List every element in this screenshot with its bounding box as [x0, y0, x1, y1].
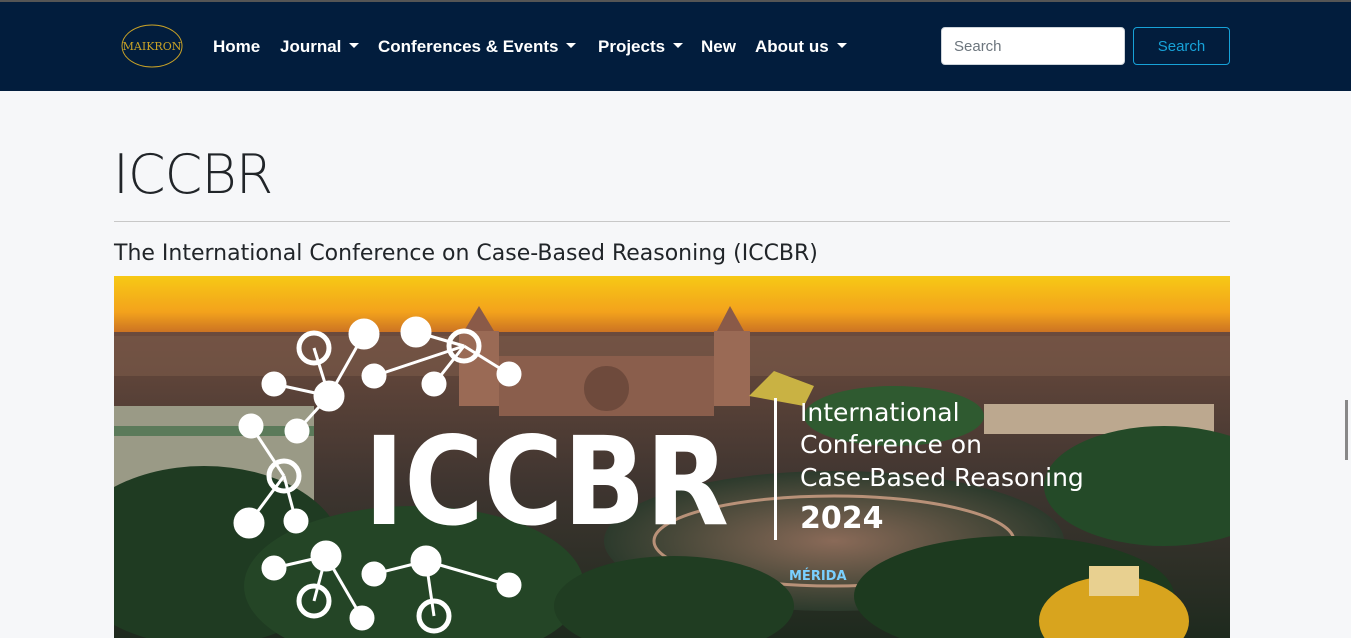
caret-down-icon	[673, 43, 684, 49]
caret-down-icon	[566, 43, 577, 49]
page-scrollbar[interactable]	[1345, 400, 1348, 460]
caret-down-icon	[349, 43, 360, 49]
svg-text:Case-Based Reasoning: Case-Based Reasoning	[800, 463, 1084, 492]
nav-new-link[interactable]: New	[701, 37, 736, 57]
title-divider	[114, 221, 1230, 222]
navbar: MAIKRON Home Journal Conferences & Event…	[0, 2, 1351, 91]
svg-text:International: International	[800, 398, 960, 427]
search-button[interactable]: Search	[1133, 27, 1230, 65]
svg-text:Conference on: Conference on	[800, 430, 982, 459]
svg-text:2024: 2024	[800, 501, 884, 536]
nav-conferences-dropdown[interactable]: Conferences & Events	[378, 37, 577, 57]
conference-banner-image: MÉRIDA ICCBR International Conference on…	[114, 276, 1230, 638]
page-title: ICCBR	[113, 143, 273, 206]
caret-down-icon	[836, 43, 847, 49]
nav-home-link[interactable]: Home	[213, 37, 260, 57]
nav-about-dropdown[interactable]: About us	[755, 37, 847, 57]
nav-journal-dropdown[interactable]: Journal	[280, 37, 360, 57]
svg-text:ICCBR: ICCBR	[364, 411, 729, 553]
maikron-logo[interactable]: MAIKRON	[116, 22, 188, 70]
nav-projects-dropdown[interactable]: Projects	[598, 37, 684, 57]
svg-text:MAIKRON: MAIKRON	[123, 40, 182, 53]
search-input[interactable]	[941, 27, 1125, 65]
page-subtitle: The International Conference on Case-Bas…	[114, 241, 818, 266]
svg-text:MÉRIDA: MÉRIDA	[789, 568, 847, 584]
